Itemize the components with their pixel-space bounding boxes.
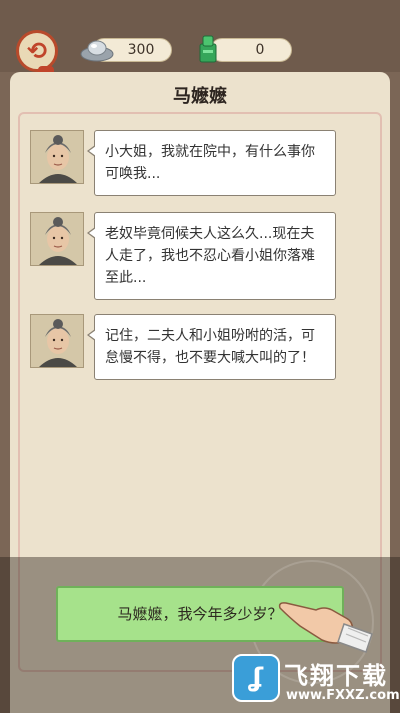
old-woman-portrait (30, 130, 84, 184)
jade-block-icon (199, 35, 217, 63)
silver-ingot-icon (80, 40, 114, 62)
message-bubble: 小大姐，我就在院中，有什么事你可唤我... (87, 130, 336, 196)
old-woman-portrait (30, 212, 84, 266)
message-bubble: 老奴毕竟伺候夫人这么久...现在夫人走了，我也不忍心看小姐你落难至此... (87, 212, 336, 300)
jade-value: 0 (255, 42, 265, 58)
watermark-title: 飞翔下载 (284, 662, 388, 690)
message-bubble: 记住，二夫人和小姐吩咐的活，可怠慢不得，也不要大喊大叫的了！ (87, 314, 336, 380)
watermark-logo: ʆ (232, 654, 280, 702)
jade-counter: 0 (210, 38, 292, 62)
old-woman-portrait (30, 314, 84, 368)
back-swirl-icon: ⟲ (26, 37, 48, 65)
watermark-url: www.FXXZ.com (286, 688, 400, 703)
dialog-title: 马嬷嬷 (173, 86, 227, 107)
pointing-hand-icon (278, 602, 373, 653)
